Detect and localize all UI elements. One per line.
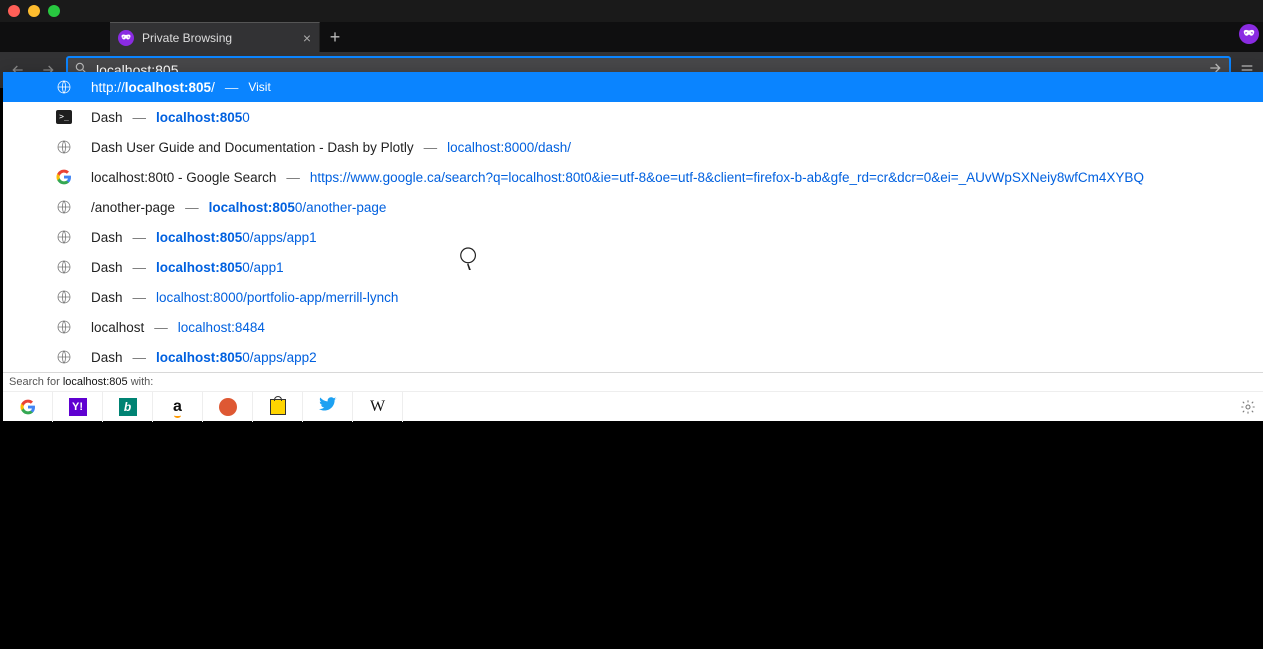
engine-twitter[interactable] <box>303 392 353 422</box>
suggestion-row[interactable]: Dash User Guide and Documentation - Dash… <box>3 132 1263 162</box>
suggestion-url: localhost:8000/portfolio-app/merrill-lyn… <box>156 290 398 305</box>
engine-google[interactable] <box>3 392 53 422</box>
engine-amazon[interactable]: a <box>153 392 203 422</box>
private-item: searches <box>335 604 425 622</box>
suggestion-title: localhost:80t0 - Google Search <box>91 170 276 185</box>
private-item: visited pages <box>335 576 425 594</box>
engine-bing[interactable]: b <box>103 392 153 422</box>
suggestion-url: https://www.google.ca/search?q=localhost… <box>310 170 1144 185</box>
suggestion-row[interactable]: Dash — localhost:8050/app1 <box>3 252 1263 282</box>
engine-yahoo[interactable]: Y! <box>53 392 103 422</box>
globe-icon <box>55 318 73 336</box>
tab-close-button[interactable]: × <box>303 30 311 46</box>
private-sub-pre: When you browse in a Private Window, Fir… <box>297 532 622 549</box>
suggestion-title: Dash <box>91 110 123 125</box>
suggestion-url: localhost:8050 <box>156 110 250 125</box>
suggestion-action: Visit <box>248 80 270 94</box>
window-titlebar <box>0 0 1263 22</box>
private-sub-bold: does not save <box>621 532 724 549</box>
suggestion-url: localhost:8050/apps/app2 <box>156 350 317 365</box>
private-col1: visited pages searches <box>317 576 425 632</box>
globe-icon <box>55 228 73 246</box>
suggestion-title: http://localhost:805/ <box>91 80 215 95</box>
tab-strip: Private Browsing × + <box>0 22 1263 52</box>
suggestion-separator: — <box>133 110 147 125</box>
search-settings-button[interactable] <box>1233 399 1263 415</box>
globe-icon <box>55 78 73 96</box>
globe-icon <box>55 288 73 306</box>
suggestion-url: localhost:8484 <box>178 320 265 335</box>
suggestion-separator: — <box>185 200 199 215</box>
suggestion-visit[interactable]: http://localhost:805/ — Visit <box>3 72 1263 102</box>
new-tab-button[interactable]: + <box>320 22 350 52</box>
search-with-label: Search for localhost:805 with: <box>3 372 1263 391</box>
google-icon <box>55 168 73 186</box>
suggestion-title: Dash <box>91 230 123 245</box>
suggestion-row[interactable]: Dash — localhost:8050/apps/app2 <box>3 342 1263 372</box>
suggestion-title: localhost <box>91 320 144 335</box>
suggestion-title: Dash <box>91 290 123 305</box>
private-item: cookies <box>573 576 675 594</box>
suggestion-row[interactable]: Dash — localhost:8000/portfolio-app/merr… <box>3 282 1263 312</box>
globe-icon <box>55 198 73 216</box>
suggestion-row[interactable]: Dash — localhost:8050 <box>3 102 1263 132</box>
globe-icon <box>55 258 73 276</box>
engine-ebay[interactable] <box>253 392 303 422</box>
suggestion-separator: — <box>154 320 168 335</box>
suggestion-separator: — <box>133 230 147 245</box>
suggestion-url: localhost:8050/another-page <box>209 200 387 215</box>
private-sub-post: : <box>725 532 729 549</box>
private-item: temporary files <box>573 604 675 622</box>
private-mask-icon <box>118 30 134 46</box>
suggestion-separator: — <box>225 80 239 95</box>
tab-private-browsing[interactable]: Private Browsing × <box>110 22 320 52</box>
suggestion-url: localhost:8050/apps/app1 <box>156 230 317 245</box>
suggestion-title: Dash <box>91 350 123 365</box>
suggestion-row[interactable]: localhost — localhost:8484 <box>3 312 1263 342</box>
suggestion-separator: — <box>133 290 147 305</box>
suggestion-separator: — <box>133 350 147 365</box>
suggestion-title: Dash <box>91 260 123 275</box>
private-heading: Private Browsing with Tracking Protectio… <box>297 455 922 494</box>
suggestion-separator: — <box>133 260 147 275</box>
private-col2: cookies temporary files <box>555 576 675 632</box>
private-columns: visited pages searches cookies temporary… <box>317 576 1047 632</box>
suggestion-url: localhost:8050/app1 <box>156 260 284 275</box>
engine-wikipedia[interactable]: W <box>353 392 403 422</box>
suggestion-title: /another-page <box>91 200 175 215</box>
suggestion-separator: — <box>286 170 300 185</box>
window-close-button[interactable] <box>8 5 20 17</box>
suggestion-row[interactable]: /another-page — localhost:8050/another-p… <box>3 192 1263 222</box>
urlbar-dropdown: http://localhost:805/ — Visit Dash — loc… <box>3 72 1263 421</box>
globe-icon <box>55 138 73 156</box>
engine-duckduckgo[interactable] <box>203 392 253 422</box>
suggestion-separator: — <box>424 140 438 155</box>
window-zoom-button[interactable] <box>48 5 60 17</box>
suggestion-row[interactable]: Dash — localhost:8050/apps/app1 <box>3 222 1263 252</box>
window-minimize-button[interactable] <box>28 5 40 17</box>
suggestion-row[interactable]: localhost:80t0 - Google Search — https:/… <box>3 162 1263 192</box>
traffic-lights <box>8 5 60 17</box>
private-hero-mask-icon <box>217 444 277 504</box>
terminal-icon <box>55 108 73 126</box>
suggestion-url: localhost:8000/dash/ <box>447 140 571 155</box>
tab-label: Private Browsing <box>142 31 295 45</box>
private-indicator-icon <box>1239 24 1259 44</box>
suggestion-title: Dash User Guide and Documentation - Dash… <box>91 140 414 155</box>
private-subtext: When you browse in a Private Window, Fir… <box>297 532 1047 550</box>
search-engine-row: Y! b a W <box>3 391 1263 421</box>
globe-icon <box>55 348 73 366</box>
